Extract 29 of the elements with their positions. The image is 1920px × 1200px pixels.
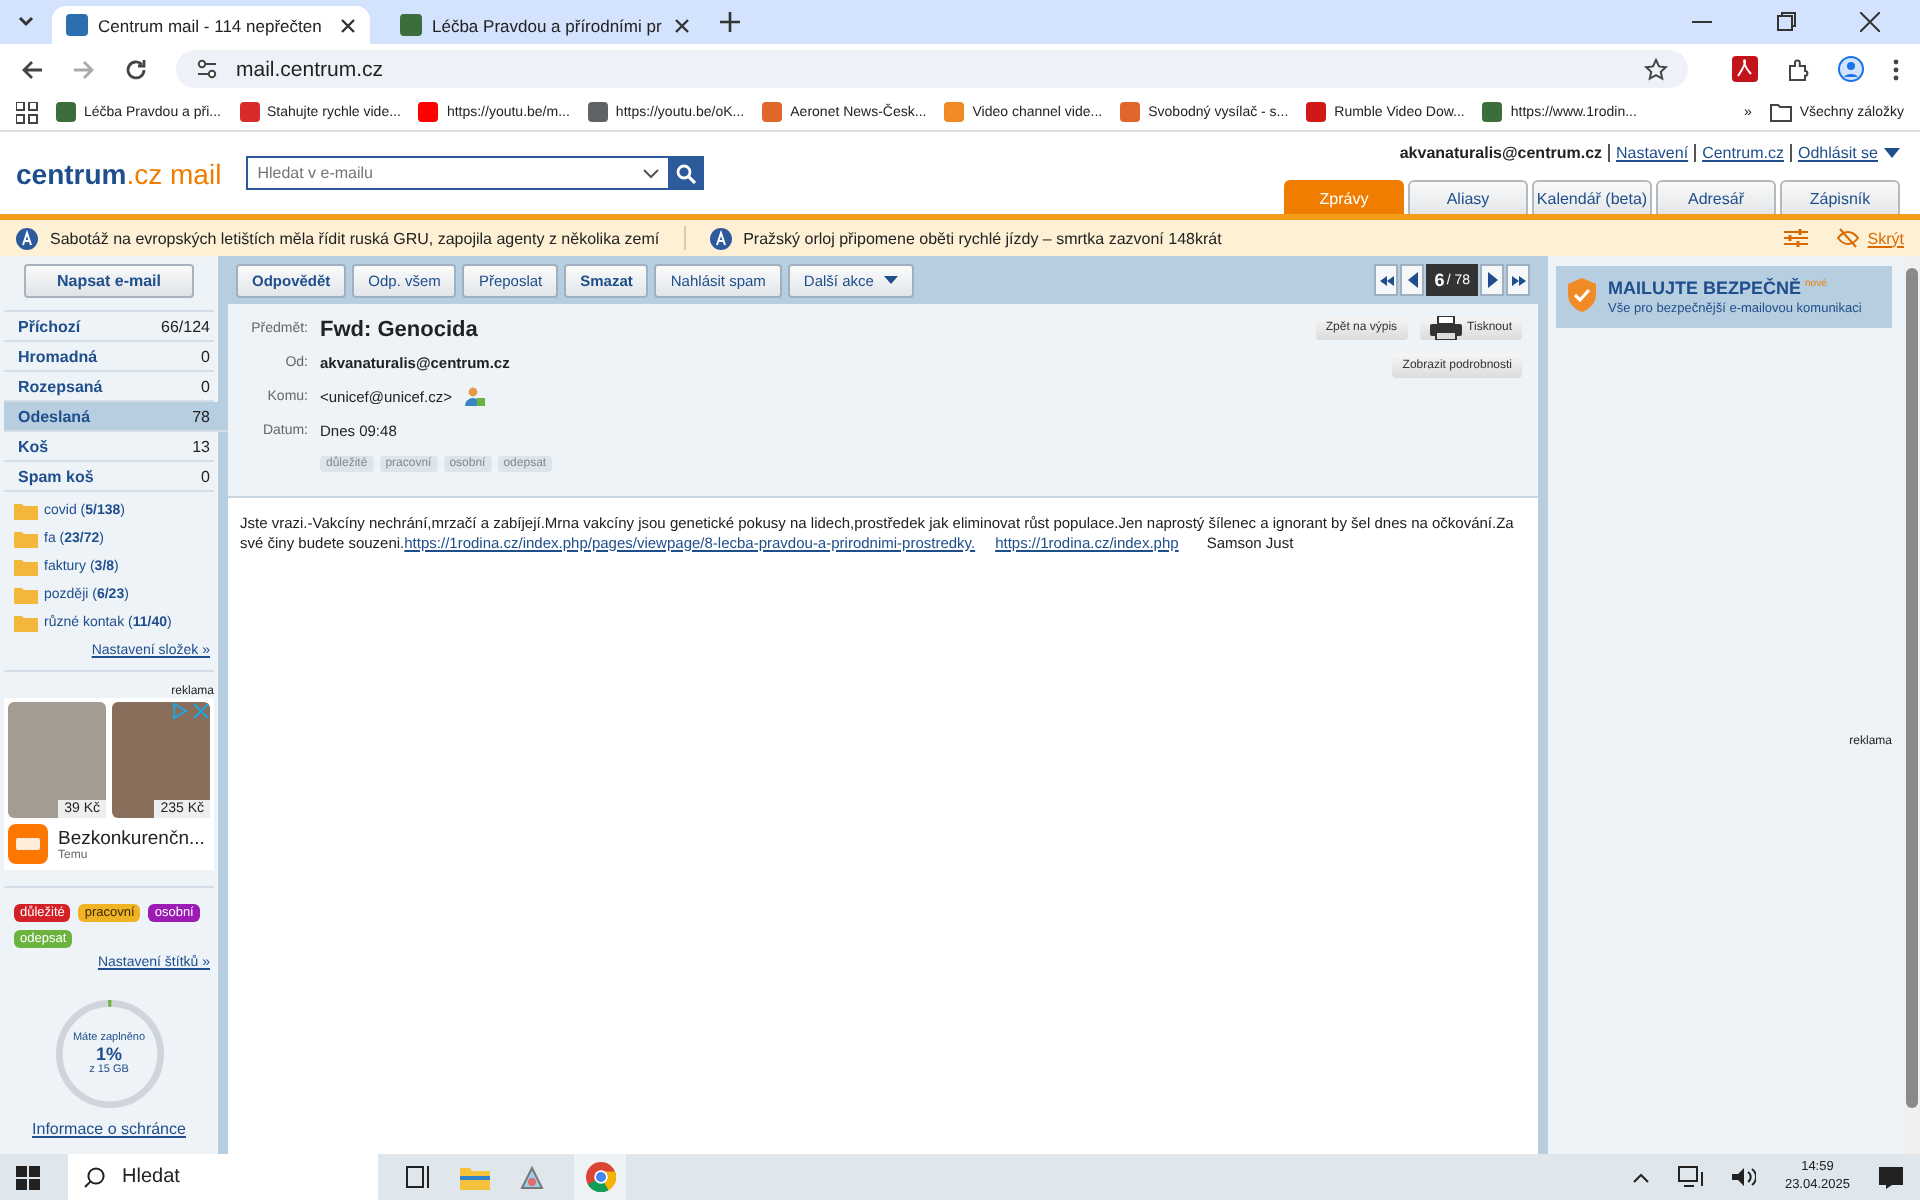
browser-tab[interactable]: Léčba Pravdou a přírodními pr — [386, 6, 704, 44]
mailbox-info-link[interactable]: Informace o schránce — [32, 1120, 186, 1138]
address-bar[interactable]: mail.centrum.cz — [176, 50, 1688, 88]
user-email: akvanaturalis@centrum.cz — [1399, 144, 1603, 162]
folder-item[interactable]: Spam koš 0 — [4, 462, 214, 492]
nav-tab[interactable]: Aliasy — [1408, 180, 1528, 214]
ad-title: Bezkonkurenčn... — [58, 827, 205, 849]
header-link[interactable]: Nastavení — [1608, 144, 1689, 162]
new-label: nové — [1805, 278, 1827, 290]
email-subject: Fwd: Genocida — [320, 317, 478, 341]
url-text: mail.centrum.cz — [236, 57, 384, 81]
header-link[interactable]: Centrum.cz — [1694, 144, 1784, 162]
nav-tab[interactable]: Kalendář (beta) — [1532, 180, 1652, 214]
compose-button[interactable]: Napsat e-mail — [24, 264, 194, 298]
logo[interactable]: centrum.cz mail — [16, 157, 222, 189]
search-field[interactable]: Hledat v e-mailu — [245, 156, 670, 190]
storage-value: 1% — [95, 1044, 122, 1064]
folder-item[interactable]: Koš 13 — [4, 432, 214, 462]
folder-item[interactable]: Hromadná 0 — [4, 342, 214, 372]
browser-tab[interactable]: Centrum mail - 114 nepřečten — [52, 6, 370, 44]
nav-tab[interactable]: Adresář — [1656, 180, 1776, 214]
news-link[interactable]: Pražský orloj připomene oběti rychlé jízdy – smrtka zazvoní 148krát — [743, 229, 1222, 247]
taskbar-search-field[interactable]: Hledat — [68, 1154, 378, 1200]
nav-tab[interactable]: Zápisník — [1780, 180, 1900, 214]
header-link[interactable]: Odhlásit se — [1789, 144, 1878, 162]
promo-title: MAILUJTE BEZPEČNĚ — [1608, 278, 1802, 298]
folder-item[interactable]: Příchozí 66/124 — [4, 312, 214, 342]
folder-item[interactable]: Odeslaná 78 — [4, 402, 228, 432]
news-link[interactable]: Sabotáž na evropských letištích měla řídit ruská GRU, zapojila agenty z několika zemí — [50, 229, 660, 247]
